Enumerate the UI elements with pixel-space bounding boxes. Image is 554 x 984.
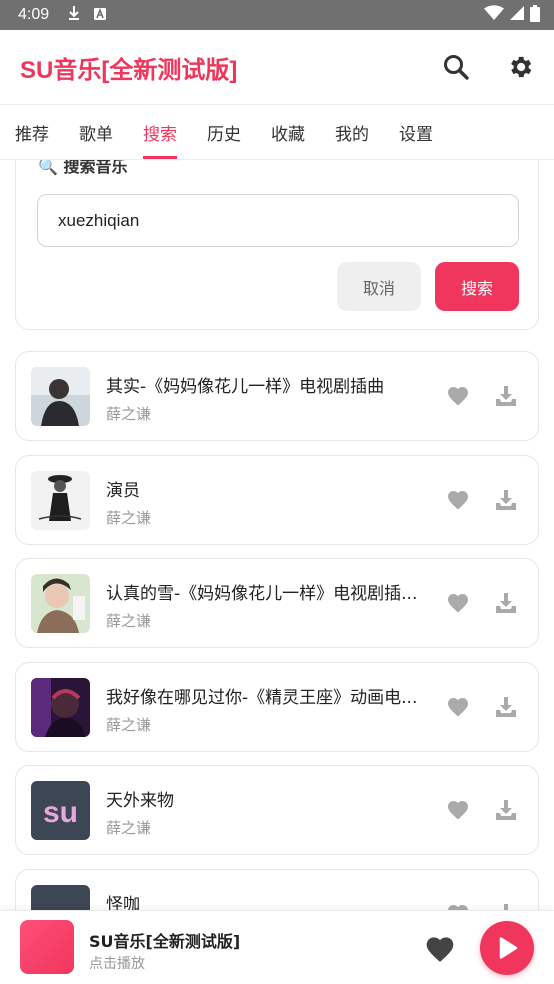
status-bar: 4:09 — [0, 0, 554, 30]
download-button[interactable] — [494, 798, 518, 822]
song-artist: 薛之谦 — [106, 715, 152, 734]
download-icon — [496, 386, 516, 406]
like-button[interactable] — [446, 798, 470, 822]
tab-playlists[interactable]: 歌单 — [79, 105, 113, 159]
heart-icon — [448, 490, 468, 509]
svg-text:su: su — [43, 796, 78, 829]
cancel-button[interactable]: 取消 — [337, 262, 421, 311]
tab-history[interactable]: 历史 — [207, 105, 241, 159]
app-bar: SU音乐[全新测试版] — [0, 30, 554, 104]
tab-settings[interactable]: 设置 — [399, 105, 433, 159]
song-title: 演员 — [106, 480, 140, 501]
download-icon — [496, 800, 516, 820]
battery-icon — [530, 4, 540, 26]
download-icon — [504, 903, 508, 910]
player-title: SU音乐[全新测试版] — [89, 932, 241, 951]
heart-icon — [448, 594, 468, 613]
song-title: 天外来物 — [106, 791, 174, 811]
song-cover — [31, 574, 90, 633]
heart-icon — [448, 697, 468, 716]
like-button[interactable] — [446, 591, 470, 615]
download-button[interactable] — [494, 902, 518, 910]
app-title: SU音乐[全新测试版] — [20, 56, 238, 84]
heart-icon — [448, 387, 468, 406]
song-title: 其实-《妈妈像花儿一样》电视剧插曲 — [106, 377, 385, 397]
heart-icon — [448, 801, 468, 820]
download-icon — [496, 489, 516, 510]
play-icon — [499, 937, 518, 959]
tab-search[interactable]: 搜索 — [143, 105, 177, 159]
song-item[interactable]: 其实-《妈妈像花儿一样》电视剧插曲 薛之谦 — [15, 351, 539, 441]
song-item[interactable]: 认真的雪-《妈妈像花儿一样》电视剧插... 薛之谦 — [15, 558, 539, 648]
svg-text:su: su — [43, 900, 78, 911]
play-button[interactable] — [480, 921, 534, 975]
song-title: 认真的雪-《妈妈像花儿一样》电视剧插... — [106, 584, 418, 604]
wifi-icon — [484, 5, 504, 25]
song-list: 其实-《妈妈像花儿一样》电视剧插曲 薛之谦 演员 薛之谦 认真的雪-《妈妈像花儿… — [15, 351, 539, 910]
like-button[interactable] — [446, 695, 470, 719]
content-area[interactable]: 🔍 搜索音乐 取消 搜索 其实-《妈妈像花儿一样》电视剧插曲 薛之谦 演员 — [0, 160, 554, 910]
player-cover — [20, 920, 74, 974]
search-submit-button[interactable]: 搜索 — [435, 262, 519, 311]
player-subtitle: 点击播放 — [89, 956, 145, 972]
song-title: 怪咖 — [106, 894, 140, 911]
tab-mine[interactable]: 我的 — [335, 105, 369, 159]
search-input[interactable] — [37, 194, 519, 247]
settings-button[interactable] — [506, 53, 534, 81]
song-item[interactable]: 我好像在哪见过你-《精灵王座》动画电... 薛之谦 — [15, 661, 539, 752]
song-artist: 薛之谦 — [106, 612, 152, 630]
search-card: 🔍 搜索音乐 取消 搜索 — [15, 160, 539, 330]
like-button[interactable] — [446, 488, 470, 512]
song-cover — [31, 470, 90, 530]
search-icon — [444, 55, 469, 80]
signal-icon — [510, 5, 524, 25]
song-title: 我好像在哪见过你-《精灵王座》动画电... — [106, 687, 418, 708]
status-time: 4:09 — [18, 6, 50, 23]
download-button[interactable] — [494, 591, 518, 615]
download-status-icon — [67, 5, 81, 25]
player-like-button[interactable] — [424, 933, 456, 963]
app-notification-icon — [93, 6, 107, 25]
like-button[interactable] — [446, 384, 470, 408]
mini-player[interactable]: SU音乐[全新测试版] 点击播放 — [0, 910, 554, 984]
song-cover — [31, 367, 90, 426]
song-item[interactable]: su 怪咖 — [15, 868, 539, 911]
search-button[interactable] — [442, 53, 470, 81]
download-button[interactable] — [494, 488, 518, 512]
song-cover — [31, 677, 90, 737]
heart-icon — [448, 904, 468, 910]
download-icon — [496, 696, 516, 717]
download-button[interactable] — [494, 384, 518, 408]
song-artist: 薛之谦 — [106, 819, 152, 837]
like-button[interactable] — [446, 902, 470, 910]
tab-recommend[interactable]: 推荐 — [15, 105, 49, 159]
gear-icon — [511, 56, 532, 78]
song-artist: 薛之谦 — [106, 405, 152, 423]
song-cover: su — [31, 781, 90, 840]
search-heading: 🔍 搜索音乐 — [38, 160, 128, 176]
tab-bar: 推荐 歌单 搜索 历史 收藏 我的 设置 — [0, 104, 554, 160]
download-icon — [496, 593, 516, 613]
download-button[interactable] — [494, 695, 518, 719]
song-item[interactable]: su 天外来物 薛之谦 — [15, 765, 539, 855]
song-cover: su — [31, 884, 90, 911]
tab-favorites[interactable]: 收藏 — [271, 105, 305, 159]
heart-icon — [426, 937, 454, 962]
song-artist: 薛之谦 — [106, 508, 152, 527]
song-item[interactable]: 演员 薛之谦 — [15, 454, 539, 545]
